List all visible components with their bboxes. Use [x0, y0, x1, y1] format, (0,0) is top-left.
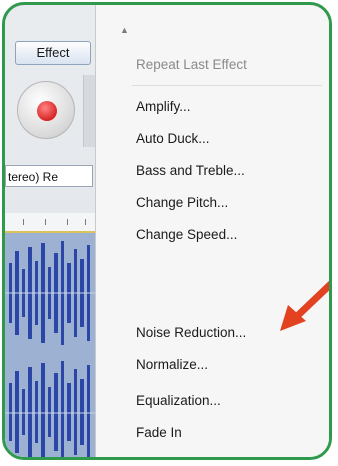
- menu-item-normalize[interactable]: Normalize...: [136, 357, 208, 372]
- menu-item-fade-in[interactable]: Fade In: [136, 425, 182, 440]
- menu-item-auto-duck[interactable]: Auto Duck...: [136, 131, 210, 146]
- menu-item-bass-and-treble[interactable]: Bass and Treble...: [136, 163, 245, 178]
- record-button[interactable]: [17, 81, 75, 139]
- ruler-tick: [67, 219, 68, 225]
- waveform-graphic: [5, 241, 95, 457]
- menu-item-noise-reduction[interactable]: Noise Reduction...: [136, 325, 246, 340]
- effect-dropdown-menu: ▲ Repeat Last Effect Amplify... Auto Duc…: [95, 5, 329, 457]
- track-name-dropdown[interactable]: tereo) Re: [5, 165, 93, 187]
- menu-item-amplify[interactable]: Amplify...: [136, 99, 191, 114]
- audacity-toolbar-strip: Effect tereo) Re: [5, 5, 96, 457]
- screenshot-frame: Effect tereo) Re ▲ Repeat Last Effect Am…: [2, 2, 332, 460]
- ruler-tick: [45, 219, 46, 225]
- menu-item-repeat-last-effect: Repeat Last Effect: [136, 57, 247, 72]
- effect-menu-button[interactable]: Effect: [15, 41, 91, 65]
- timeline-ruler[interactable]: [5, 213, 95, 233]
- menu-item-change-speed[interactable]: Change Speed...: [136, 227, 237, 242]
- menu-separator: [132, 85, 322, 86]
- ruler-tick: [23, 219, 24, 225]
- scroll-up-arrow-icon[interactable]: ▲: [120, 25, 129, 35]
- audio-waveform[interactable]: [5, 233, 95, 457]
- ruler-tick: [85, 219, 86, 225]
- annotation-arrow-icon: [280, 280, 329, 331]
- menu-item-change-pitch[interactable]: Change Pitch...: [136, 195, 228, 210]
- menu-item-equalization[interactable]: Equalization...: [136, 393, 221, 408]
- record-icon: [37, 101, 57, 121]
